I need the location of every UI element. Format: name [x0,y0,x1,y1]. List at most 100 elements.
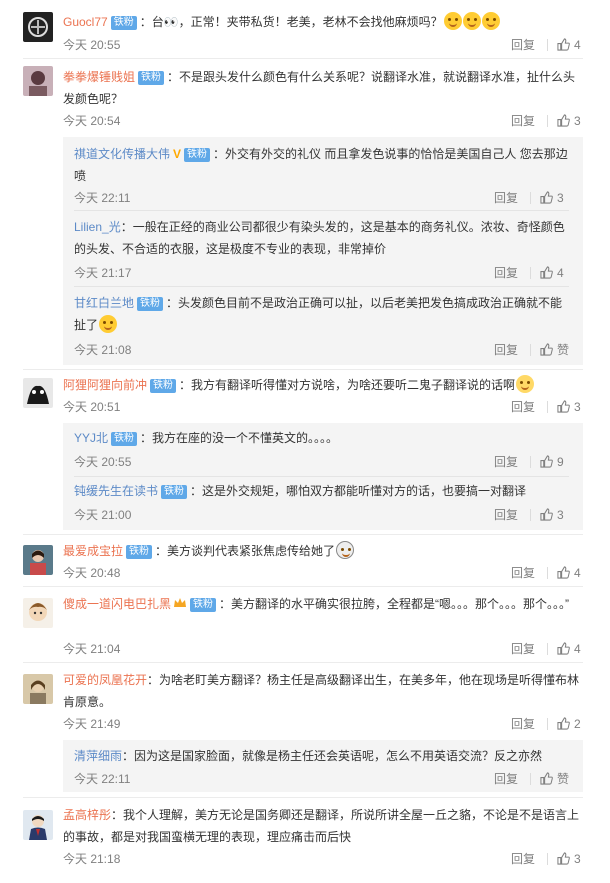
divider [547,39,548,51]
username[interactable]: 钝缓先生在读书 [74,484,158,498]
avatar[interactable] [23,598,53,628]
reply-button[interactable]: 回复 [494,507,518,523]
fan-badge: 铁粉 [150,379,177,393]
comment-text: ：我方有翻译听得懂对方说啥，为啥还要听二鬼子翻译说的话啊 [179,378,516,392]
username[interactable]: 孟高梓彤 [63,808,111,822]
reply-button[interactable]: 回复 [511,851,535,867]
divider [530,344,531,356]
reply-button[interactable]: 回复 [494,771,518,787]
emoji-icon [443,12,462,30]
like-button[interactable]: 3 [540,507,564,523]
like-button[interactable]: 4 [557,37,581,53]
like-button[interactable]: 4 [557,565,581,581]
like-button[interactable]: 3 [557,113,581,129]
username[interactable]: 阿狸阿狸向前冲 [63,378,147,392]
reply-button[interactable]: 回复 [494,342,518,358]
username[interactable]: 拳拳爆锤贱姐 [63,70,135,84]
reply-text: ：因为这是国家脸面，就像是杨主任还会英语呢，怎么不用英语交流？反之亦然 [122,749,543,763]
fan-badge: 铁粉 [161,485,188,499]
reply-body: Lilien_光：一般在正经的商业公司都很少有染头发的，这是基本的商务礼仪。浓妆… [74,216,569,260]
like-count: 3 [574,852,581,866]
like-count: 4 [574,38,581,52]
reply-button[interactable]: 回复 [511,113,535,129]
thumbs-up-icon [540,772,553,785]
timestamp: 今天 20:54 [63,114,121,128]
username[interactable]: Lilien_光 [74,220,121,234]
thumbs-up-icon [557,114,570,127]
divider [23,58,583,59]
divider [530,773,531,785]
avatar[interactable] [23,545,53,575]
like-button[interactable]: 9 [540,454,564,470]
thumbs-up-icon [540,266,553,279]
avatar[interactable] [23,378,53,408]
divider [547,401,548,413]
divider [23,586,583,587]
thumbs-up-icon [557,642,570,655]
reply-button[interactable]: 回复 [494,190,518,206]
fan-badge: 铁粉 [126,545,153,559]
like-button[interactable]: 3 [540,190,564,206]
timestamp: 今天 20:51 [63,400,121,414]
username[interactable]: 祺道文化传播大伟 [74,147,170,161]
like-button[interactable]: 3 [557,851,581,867]
like-count: 3 [574,400,581,414]
like-count: 赞 [557,343,570,357]
fan-badge: 铁粉 [110,16,137,30]
reply-body: 清萍细雨：因为这是国家脸面，就像是杨主任还会英语呢，怎么不用英语交流？反之亦然 [74,745,569,767]
v-verified-icon: V [173,147,182,161]
reply-body: 祺道文化传播大伟 V 铁粉 ：外交有外交的礼仪 而且拿发色说事的恰恰是美国自己人 您去… [74,143,569,187]
fan-badge: 铁粉 [138,71,165,85]
username[interactable]: 最爱成宝拉 [63,544,123,558]
reply-button[interactable]: 回复 [494,454,518,470]
username[interactable]: 可爱的凤凰花开 [63,673,147,687]
avatar[interactable] [23,66,53,96]
comment-body: 最爱成宝拉 铁粉 ：美方谈判代表紧张焦虑传给她了 [63,540,583,562]
emoji-icon [336,541,355,559]
divider [547,643,548,655]
reply-button[interactable]: 回复 [511,399,535,415]
thumbs-up-icon [540,508,553,521]
fan-badge: 铁粉 [137,297,164,311]
username[interactable]: 清萍细雨 [74,749,122,763]
avatar[interactable] [23,12,53,42]
divider [547,853,548,865]
comment-body: 傻成一道闪电巴扎黑 铁粉 ：美方翻译的水平确实很拉胯，全程都是“嗯。。。那个。。。那… [63,593,583,615]
username[interactable]: 甘红白兰地 [74,296,134,310]
username[interactable]: 傻成一道闪电巴扎黑 [63,597,171,611]
emoji-icon [516,375,535,393]
thumbs-up-icon [557,400,570,413]
like-count: 3 [557,508,564,522]
timestamp: 今天 21:00 [74,508,132,522]
thumbs-up-icon [557,566,570,579]
timestamp: 今天 20:55 [63,38,121,52]
divider [74,286,569,287]
like-button[interactable]: 3 [557,399,581,415]
timestamp: 今天 22:11 [74,191,131,205]
reply-button[interactable]: 回复 [494,265,518,281]
emoji-icon [462,12,481,30]
comment-body: 阿狸阿狸向前冲 铁粉 ：我方有翻译听得懂对方说啥，为啥还要听二鬼子翻译说的话啊 [63,374,583,396]
reply-button[interactable]: 回复 [511,37,535,53]
username[interactable]: Guocl77 [63,15,108,29]
divider [530,509,531,521]
divider [530,192,531,204]
avatar[interactable] [23,810,53,840]
avatar[interactable] [23,674,53,704]
like-button[interactable]: 4 [557,641,581,657]
like-button[interactable]: 赞 [540,342,569,358]
crown-fan-icon [174,598,187,607]
thumbs-up-icon [540,455,553,468]
like-button[interactable]: 4 [540,265,564,281]
like-button[interactable]: 赞 [540,771,569,787]
like-count: 9 [557,455,564,469]
like-button[interactable]: 2 [557,716,581,732]
reply-body: 钝缓先生在读书 铁粉 ：这是外交规矩，哪怕双方都能听懂对方的话，也要搞一对翻译 [74,480,569,502]
reply-button[interactable]: 回复 [511,565,535,581]
divider [23,797,583,798]
comment-body: 拳拳爆锤贱姐 铁粉 ：不是跟头发什么颜色有什么关系呢？说翻译水准，就说翻译水准，扯什… [63,66,583,110]
like-count: 2 [574,717,581,731]
reply-button[interactable]: 回复 [511,716,535,732]
reply-button[interactable]: 回复 [511,641,535,657]
username[interactable]: YYJ北 [74,431,108,445]
